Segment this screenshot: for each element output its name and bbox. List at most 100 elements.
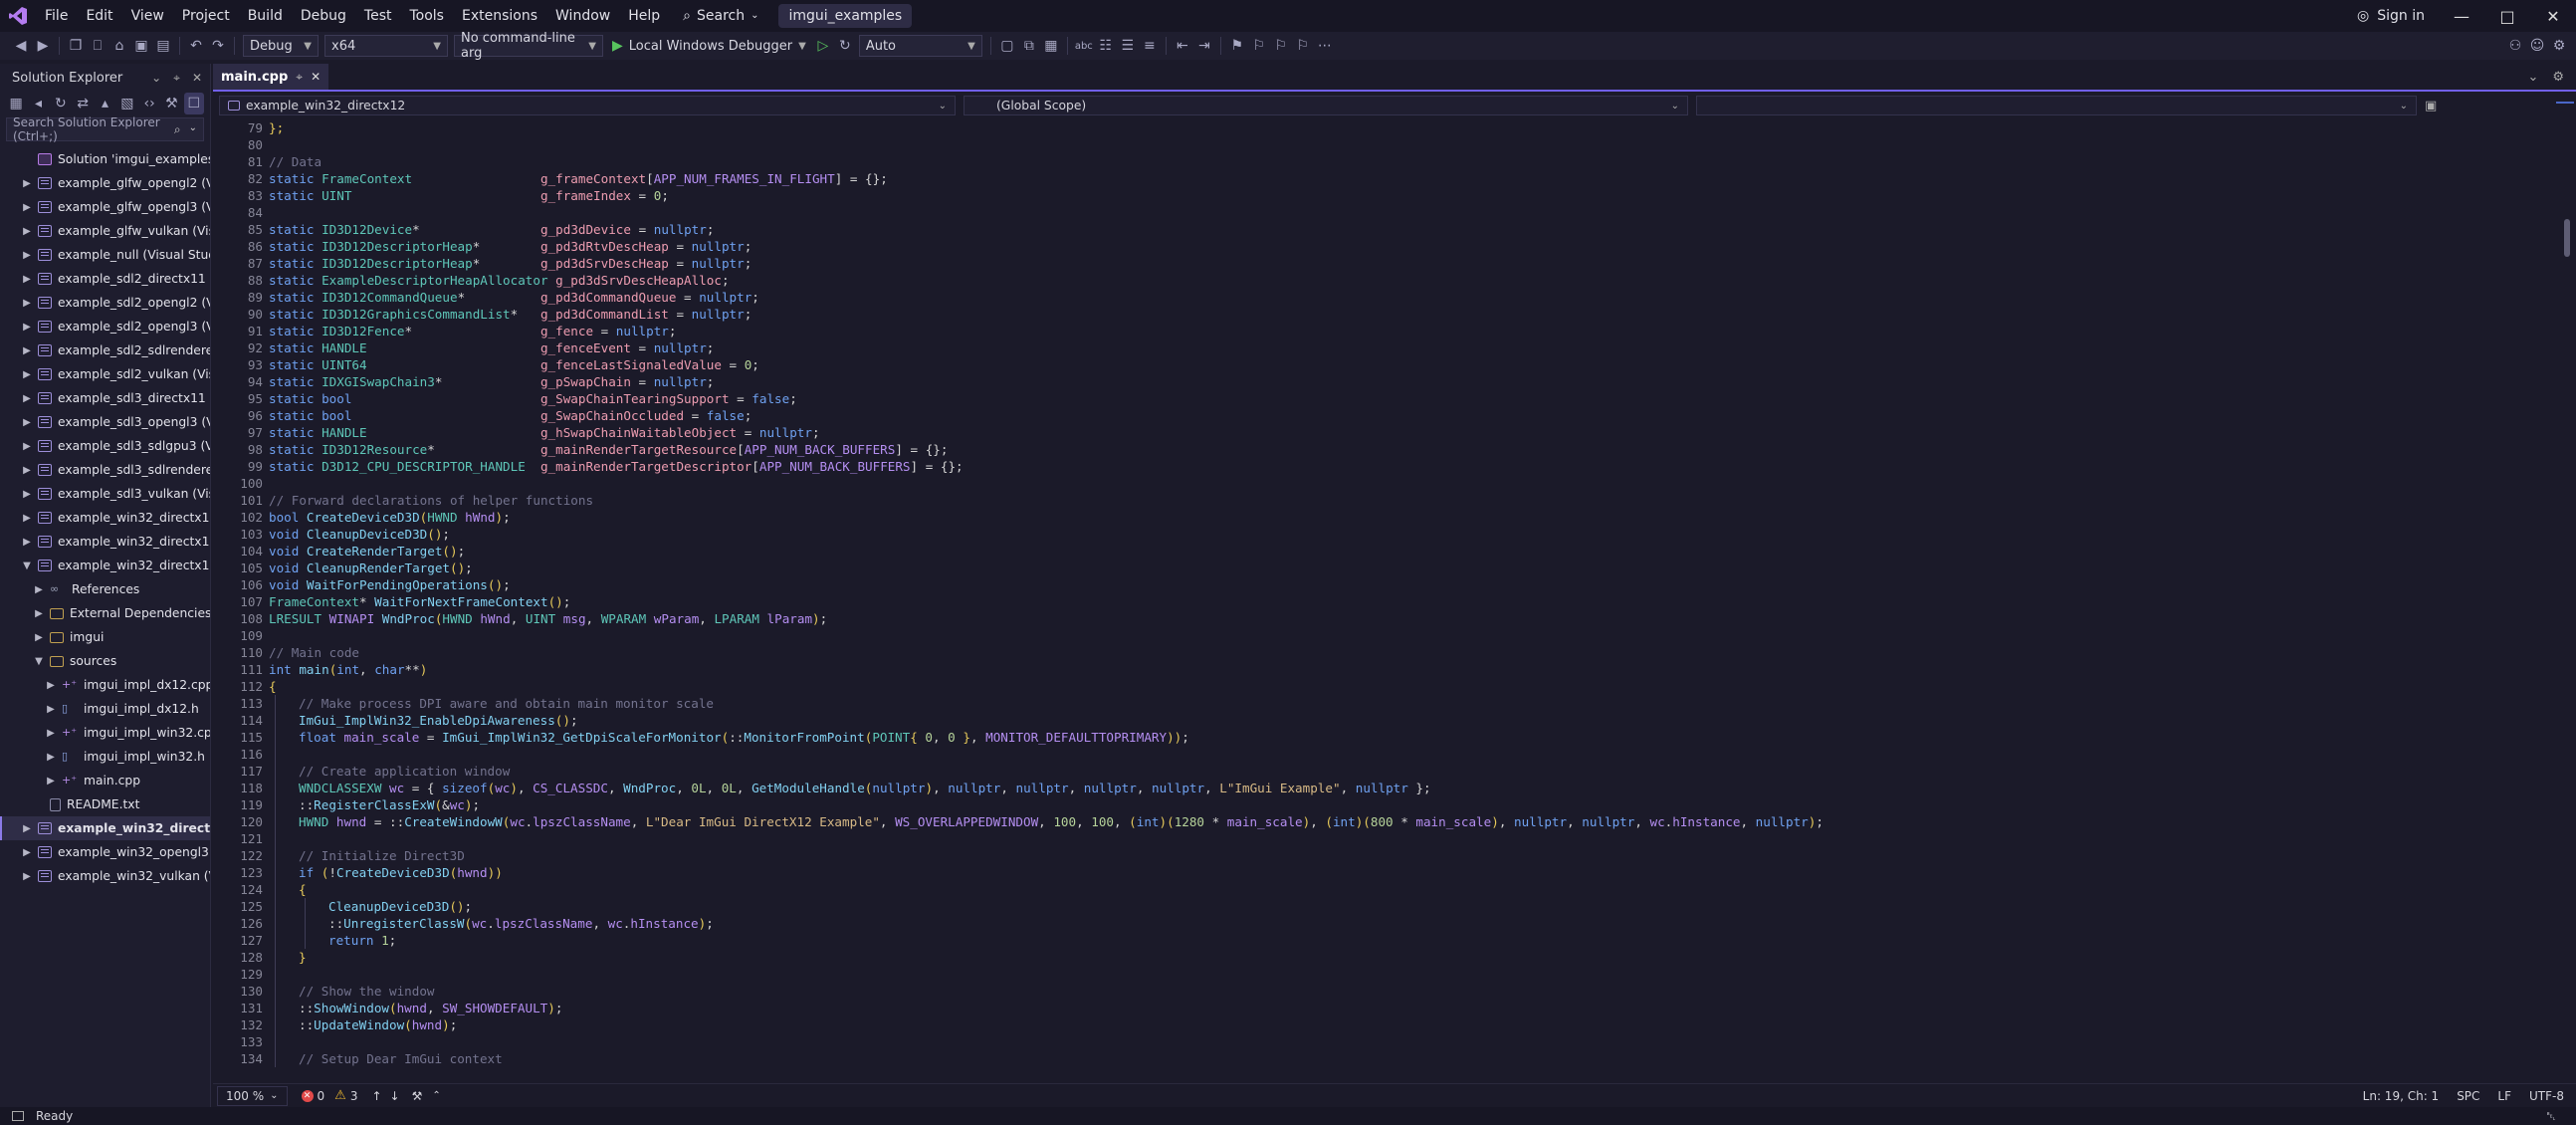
start-debugging-button[interactable]: ▶ Local Windows Debugger ▼ xyxy=(606,35,812,57)
tree-item[interactable]: ▶ example_sdl3_opengl3 (Visual Studio 201… xyxy=(0,410,210,434)
chevron-right-icon[interactable]: ▶ xyxy=(20,417,34,428)
chevron-right-icon[interactable]: ▶ xyxy=(20,202,34,213)
tree-item[interactable]: ▶ ▯ imgui_impl_win32.h xyxy=(0,745,210,769)
menu-help[interactable]: Help xyxy=(619,0,669,32)
chevron-right-icon[interactable]: ▶ xyxy=(44,680,58,691)
member-dropdown[interactable]: ⌄ xyxy=(1696,96,2417,115)
chevron-right-icon[interactable]: ▶ xyxy=(20,274,34,285)
chevron-right-icon[interactable]: ▶ xyxy=(20,322,34,333)
attach-mode-dropdown[interactable]: Auto ▼ xyxy=(858,35,982,57)
toolbar-overflow-icon[interactable]: ⋯ xyxy=(1314,35,1336,57)
menu-view[interactable]: View xyxy=(122,0,173,32)
tree-item[interactable]: ▶ example_sdl2_opengl3 (Visual Studio 201… xyxy=(0,315,210,338)
cursor-position[interactable]: Ln: 19, Ch: 1 xyxy=(2363,1089,2440,1103)
maximize-button[interactable]: □ xyxy=(2484,0,2530,32)
chevron-down-icon[interactable]: ⌄ xyxy=(151,71,161,86)
show-all-files-icon[interactable]: ▧ xyxy=(117,93,137,114)
code-cleanup-icon[interactable]: ⚒ xyxy=(412,1089,423,1103)
indent-icon[interactable]: ⇥ xyxy=(1193,35,1215,57)
comment-icon[interactable]: ☷ xyxy=(1095,35,1117,57)
menu-window[interactable]: Window xyxy=(546,0,619,32)
account-settings-icon[interactable]: ⚙ xyxy=(2548,35,2570,57)
notifications-icon[interactable]: ␇ xyxy=(2546,1109,2556,1124)
solution-name-badge[interactable]: imgui_examples xyxy=(778,4,913,28)
tree-item[interactable]: ▶ example_sdl3_vulkan (Visual Studio 2015… xyxy=(0,482,210,506)
tree-item[interactable]: ▶ example_win32_directx10 (Visual Studio … xyxy=(0,506,210,530)
new-file-icon[interactable]: ⎕ xyxy=(87,35,108,57)
collapse-all-icon[interactable]: ▴ xyxy=(95,93,114,114)
tree-item[interactable]: ▶ example_sdl3_sdlrenderer3 (Visual Studi… xyxy=(0,458,210,482)
minimize-button[interactable]: — xyxy=(2439,0,2484,32)
chevron-down-icon[interactable]: ▼ xyxy=(32,656,46,667)
chevron-right-icon[interactable]: ▶ xyxy=(20,847,34,858)
new-project-icon[interactable]: ❐ xyxy=(65,35,87,57)
chevron-right-icon[interactable]: ▶ xyxy=(20,393,34,404)
whitespace-mode[interactable]: SPC xyxy=(2457,1089,2479,1103)
pin-icon[interactable]: ⌖ xyxy=(173,71,180,86)
tree-item[interactable]: ▶ External Dependencies xyxy=(0,601,210,625)
tree-item[interactable]: ▶ +⁺ main.cpp xyxy=(0,769,210,792)
tree-item[interactable]: ▼ sources xyxy=(0,649,210,673)
menu-edit[interactable]: Edit xyxy=(77,0,121,32)
chevron-right-icon[interactable]: ▶ xyxy=(32,584,46,595)
sync-icon[interactable]: ↻ xyxy=(51,93,71,114)
tree-item[interactable]: ▶ example_null (Visual Studio 2015) xyxy=(0,243,210,267)
view-code-icon[interactable]: ‹› xyxy=(139,93,159,114)
chevron-right-icon[interactable]: ▶ xyxy=(44,704,58,715)
platform-dropdown[interactable]: x64 ▼ xyxy=(324,35,448,57)
chevron-right-icon[interactable]: ▶ xyxy=(20,537,34,548)
undo-icon[interactable]: ↶ xyxy=(185,35,207,57)
menu-project[interactable]: Project xyxy=(173,0,239,32)
prev-bookmark-icon[interactable]: ⚐ xyxy=(1248,35,1270,57)
chevron-right-icon[interactable]: ▶ xyxy=(44,776,58,787)
tree-item[interactable]: ▶ +⁺ imgui_impl_dx12.cpp xyxy=(0,673,210,697)
tab-main-cpp[interactable]: main.cpp ⌖ ✕ xyxy=(213,64,329,90)
uncomment-icon[interactable]: ☰ xyxy=(1117,35,1139,57)
zoom-dropdown[interactable]: 100 % ⌄ xyxy=(217,1085,288,1106)
chevron-right-icon[interactable]: ▶ xyxy=(20,369,34,380)
hot-reload-icon[interactable]: ↻ xyxy=(834,35,856,57)
line-ending[interactable]: LF xyxy=(2497,1089,2511,1103)
scope-dropdown[interactable]: (Global Scope) ⌄ xyxy=(964,96,1688,115)
tree-item[interactable]: ▶ example_sdl2_sdlrenderer2 (Visual Studi… xyxy=(0,338,210,362)
tree-item[interactable]: ▶ +⁺ imgui_impl_win32.cpp xyxy=(0,721,210,745)
browser-link-icon[interactable]: ▢ xyxy=(996,35,1018,57)
chevron-right-icon[interactable]: ▶ xyxy=(20,823,34,834)
chevron-right-icon[interactable]: ▶ xyxy=(44,728,58,739)
arrow-down-icon[interactable]: ↓ xyxy=(390,1089,400,1103)
tree-item[interactable]: ▶ example_win32_directx11 (Visual Studio … xyxy=(0,530,210,554)
chevron-right-icon[interactable]: ▶ xyxy=(20,298,34,309)
chevron-right-icon[interactable]: ▶ xyxy=(20,250,34,261)
vertical-scrollbar[interactable] xyxy=(2562,119,2572,1073)
bookmark-icon[interactable]: ⚑ xyxy=(1226,35,1248,57)
tree-item[interactable]: ▶ example_sdl3_directx11 (Visual Studio 2… xyxy=(0,386,210,410)
toolbox-icon[interactable]: ▦ xyxy=(1040,35,1062,57)
next-bookmark-icon[interactable]: ⚐ xyxy=(1270,35,1292,57)
chevron-right-icon[interactable]: ▶ xyxy=(20,465,34,476)
tab-overflow-icon[interactable]: ⌄ xyxy=(2527,70,2538,85)
back-icon[interactable]: ◀ xyxy=(10,35,32,57)
chevron-right-icon[interactable]: ▶ xyxy=(20,345,34,356)
code-area[interactable]: 79}; 80 81// Data 82 static FrameContext g_f… xyxy=(213,119,2564,1073)
save-icon[interactable]: ▣ xyxy=(130,35,152,57)
chevron-up-icon[interactable]: ⌃ xyxy=(432,1090,440,1101)
tree-item[interactable]: ▶ example_sdl2_vulkan (Visual Studio 2015… xyxy=(0,362,210,386)
save-all-icon[interactable]: ▤ xyxy=(152,35,174,57)
properties-icon[interactable]: ⚒ xyxy=(161,93,181,114)
settings-icon[interactable]: ⚙ xyxy=(2552,70,2564,85)
pending-changes-icon[interactable]: ⇄ xyxy=(73,93,93,114)
menu-debug[interactable]: Debug xyxy=(292,0,355,32)
tree-item[interactable]: README.txt xyxy=(0,792,210,816)
switch-views-icon[interactable]: ▦ xyxy=(6,93,26,114)
search-menu[interactable]: ⌕ Search ⌄ xyxy=(673,4,768,28)
start-without-debugging-icon[interactable]: ▷ xyxy=(812,35,834,57)
file-encoding[interactable]: UTF-8 xyxy=(2529,1089,2564,1103)
menu-test[interactable]: Test xyxy=(355,0,401,32)
feedback-icon[interactable]: ☺ xyxy=(2526,35,2548,57)
chevron-right-icon[interactable]: ▶ xyxy=(20,513,34,524)
scrollbar-thumb[interactable] xyxy=(2564,219,2570,257)
solution-explorer-search[interactable]: Search Solution Explorer (Ctrl+;) ⌕ ⌄ xyxy=(6,115,204,143)
configuration-dropdown[interactable]: Debug ▼ xyxy=(243,35,319,57)
tree-item[interactable]: ▶ ∞ References xyxy=(0,577,210,601)
chevron-right-icon[interactable]: ▶ xyxy=(20,226,34,237)
